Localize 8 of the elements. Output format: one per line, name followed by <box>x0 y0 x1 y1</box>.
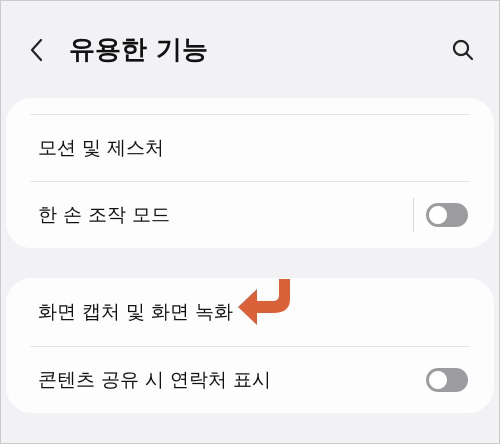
page-title: 유용한 기능 <box>69 34 210 67</box>
search-icon[interactable] <box>451 38 475 62</box>
settings-item[interactable]: 화면 캡처 및 화면 녹화 <box>30 278 470 346</box>
toggle-switch[interactable] <box>426 203 468 227</box>
settings-item[interactable]: 한 손 조작 모드 <box>30 181 470 248</box>
toggle-switch[interactable] <box>426 368 468 392</box>
settings-item[interactable]: 콘텐츠 공유 시 연락처 표시 <box>30 346 470 413</box>
settings-item[interactable]: 모션 및 제스처 <box>30 114 470 181</box>
